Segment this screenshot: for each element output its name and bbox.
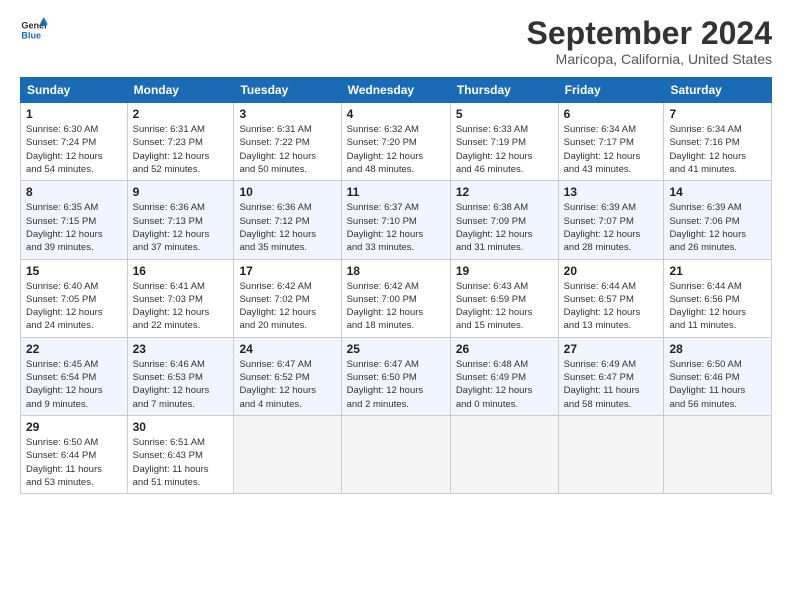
- table-row: 24Sunrise: 6:47 AM Sunset: 6:52 PM Dayli…: [234, 337, 341, 415]
- table-row: 11Sunrise: 6:37 AM Sunset: 7:10 PM Dayli…: [341, 181, 450, 259]
- table-row: 5Sunrise: 6:33 AM Sunset: 7:19 PM Daylig…: [450, 103, 558, 181]
- week-row: 22Sunrise: 6:45 AM Sunset: 6:54 PM Dayli…: [21, 337, 772, 415]
- table-row: 30Sunrise: 6:51 AM Sunset: 6:43 PM Dayli…: [127, 415, 234, 493]
- col-sunday: Sunday: [21, 78, 128, 103]
- table-row: 8Sunrise: 6:35 AM Sunset: 7:15 PM Daylig…: [21, 181, 128, 259]
- week-row: 1Sunrise: 6:30 AM Sunset: 7:24 PM Daylig…: [21, 103, 772, 181]
- table-row: 17Sunrise: 6:42 AM Sunset: 7:02 PM Dayli…: [234, 259, 341, 337]
- table-row: 12Sunrise: 6:38 AM Sunset: 7:09 PM Dayli…: [450, 181, 558, 259]
- table-row: 21Sunrise: 6:44 AM Sunset: 6:56 PM Dayli…: [664, 259, 772, 337]
- week-row: 8Sunrise: 6:35 AM Sunset: 7:15 PM Daylig…: [21, 181, 772, 259]
- table-row: 3Sunrise: 6:31 AM Sunset: 7:22 PM Daylig…: [234, 103, 341, 181]
- table-row: 15Sunrise: 6:40 AM Sunset: 7:05 PM Dayli…: [21, 259, 128, 337]
- col-wednesday: Wednesday: [341, 78, 450, 103]
- table-row: [558, 415, 664, 493]
- table-row: 2Sunrise: 6:31 AM Sunset: 7:23 PM Daylig…: [127, 103, 234, 181]
- table-row: 7Sunrise: 6:34 AM Sunset: 7:16 PM Daylig…: [664, 103, 772, 181]
- table-row: 23Sunrise: 6:46 AM Sunset: 6:53 PM Dayli…: [127, 337, 234, 415]
- logo: General Blue: [20, 16, 48, 44]
- svg-text:Blue: Blue: [21, 30, 41, 40]
- table-row: 19Sunrise: 6:43 AM Sunset: 6:59 PM Dayli…: [450, 259, 558, 337]
- table-row: 28Sunrise: 6:50 AM Sunset: 6:46 PM Dayli…: [664, 337, 772, 415]
- table-row: 26Sunrise: 6:48 AM Sunset: 6:49 PM Dayli…: [450, 337, 558, 415]
- table-row: 4Sunrise: 6:32 AM Sunset: 7:20 PM Daylig…: [341, 103, 450, 181]
- table-row: 9Sunrise: 6:36 AM Sunset: 7:13 PM Daylig…: [127, 181, 234, 259]
- page: General Blue September 2024 Maricopa, Ca…: [0, 0, 792, 504]
- col-saturday: Saturday: [664, 78, 772, 103]
- table-row: 27Sunrise: 6:49 AM Sunset: 6:47 PM Dayli…: [558, 337, 664, 415]
- table-row: 14Sunrise: 6:39 AM Sunset: 7:06 PM Dayli…: [664, 181, 772, 259]
- table-row: [664, 415, 772, 493]
- table-row: 25Sunrise: 6:47 AM Sunset: 6:50 PM Dayli…: [341, 337, 450, 415]
- table-row: 16Sunrise: 6:41 AM Sunset: 7:03 PM Dayli…: [127, 259, 234, 337]
- col-thursday: Thursday: [450, 78, 558, 103]
- table-row: [341, 415, 450, 493]
- table-row: 22Sunrise: 6:45 AM Sunset: 6:54 PM Dayli…: [21, 337, 128, 415]
- logo-icon: General Blue: [20, 16, 48, 44]
- week-row: 29Sunrise: 6:50 AM Sunset: 6:44 PM Dayli…: [21, 415, 772, 493]
- week-row: 15Sunrise: 6:40 AM Sunset: 7:05 PM Dayli…: [21, 259, 772, 337]
- table-row: 13Sunrise: 6:39 AM Sunset: 7:07 PM Dayli…: [558, 181, 664, 259]
- col-monday: Monday: [127, 78, 234, 103]
- table-row: 18Sunrise: 6:42 AM Sunset: 7:00 PM Dayli…: [341, 259, 450, 337]
- table-row: 20Sunrise: 6:44 AM Sunset: 6:57 PM Dayli…: [558, 259, 664, 337]
- location: Maricopa, California, United States: [527, 51, 772, 67]
- table-row: 10Sunrise: 6:36 AM Sunset: 7:12 PM Dayli…: [234, 181, 341, 259]
- table-row: 1Sunrise: 6:30 AM Sunset: 7:24 PM Daylig…: [21, 103, 128, 181]
- header: General Blue September 2024 Maricopa, Ca…: [20, 16, 772, 67]
- table-row: [234, 415, 341, 493]
- col-tuesday: Tuesday: [234, 78, 341, 103]
- month-title: September 2024: [527, 16, 772, 51]
- calendar-table: Sunday Monday Tuesday Wednesday Thursday…: [20, 77, 772, 494]
- title-area: September 2024 Maricopa, California, Uni…: [527, 16, 772, 67]
- table-row: [450, 415, 558, 493]
- table-row: 6Sunrise: 6:34 AM Sunset: 7:17 PM Daylig…: [558, 103, 664, 181]
- col-friday: Friday: [558, 78, 664, 103]
- header-row: Sunday Monday Tuesday Wednesday Thursday…: [21, 78, 772, 103]
- table-row: 29Sunrise: 6:50 AM Sunset: 6:44 PM Dayli…: [21, 415, 128, 493]
